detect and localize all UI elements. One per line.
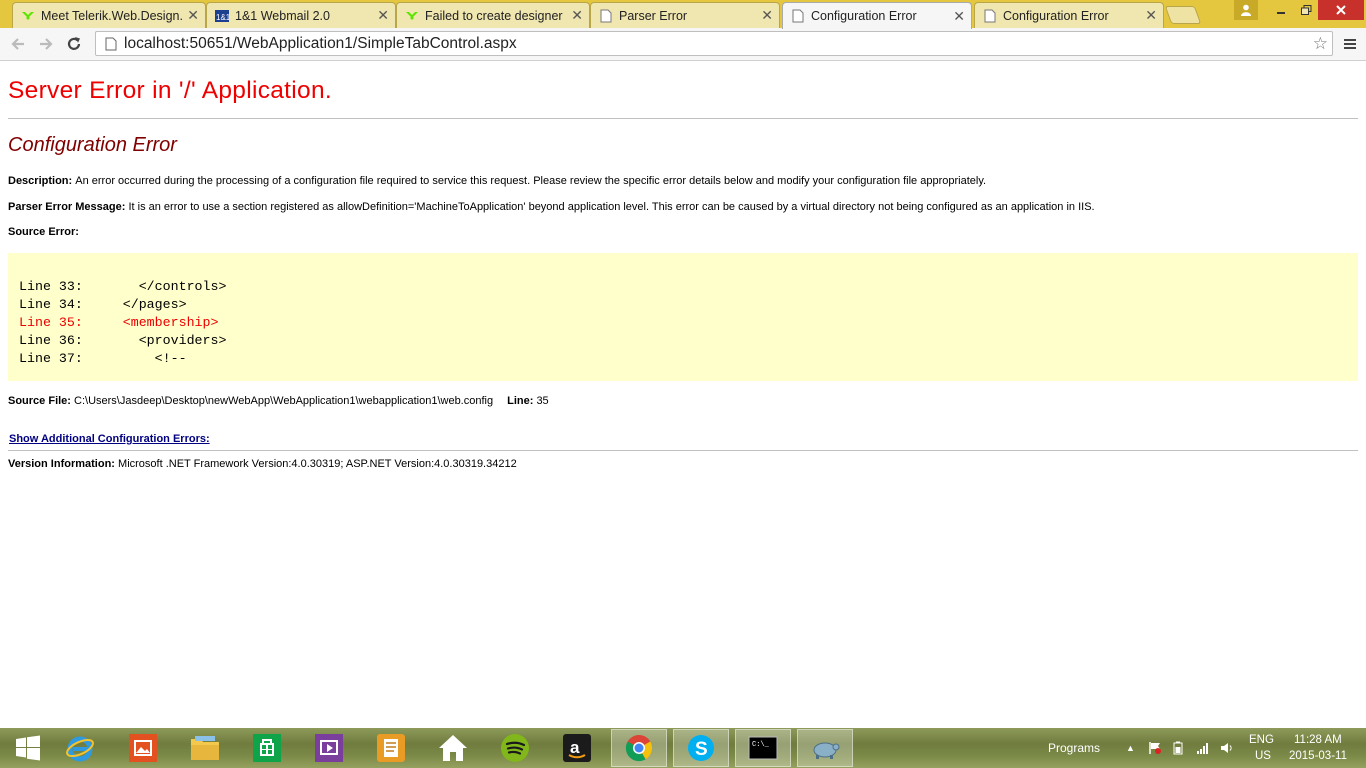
parser-error-text: It is an error to use a section register… [128,201,1095,213]
tab-title: Failed to create designer [425,8,563,23]
source-file-label: Source File: [8,395,71,407]
source-code-box: Line 33: </controls> Line 34: </pages> L… [8,253,1358,381]
back-arrow-icon[interactable] [6,32,30,56]
svg-text:a: a [570,738,580,757]
media-icon[interactable] [301,729,357,767]
version-info-paragraph: Version Information: Microsoft .NET Fram… [8,458,517,470]
volume-icon[interactable] [1220,741,1234,758]
input-language[interactable]: ENG [1249,734,1274,746]
bookmark-star-icon[interactable]: ☆ [1313,34,1328,54]
description-text: An error occurred during the processing … [75,175,987,187]
store-icon[interactable] [239,729,295,767]
code-line: Line 36: <providers> [19,333,227,348]
tray-programs-label[interactable]: Programs [1048,741,1100,755]
windows-taskbar: a S C:\_ Programs ▲ ENG US 11:28 AM 2015… [0,728,1366,768]
source-file-paragraph: Source File: C:\Users\Jasdeep\Desktop\ne… [8,395,549,407]
show-hidden-icons-icon[interactable]: ▲ [1126,743,1135,753]
close-window-icon[interactable] [1318,0,1364,20]
chrome-icon[interactable] [611,729,667,767]
svg-text:1&1: 1&1 [216,13,229,22]
code-line: Line 37: <!-- [19,351,187,366]
version-text: Microsoft .NET Framework Version:4.0.303… [118,458,517,470]
clock-date[interactable]: 2015-03-11 [1289,750,1347,762]
tab-title: 1&1 Webmail 2.0 [235,8,330,23]
clock-time[interactable]: 11:28 AM [1294,734,1342,746]
tab-failed-designer[interactable]: Failed to create designer ✕ [396,2,590,28]
home-icon[interactable] [425,729,481,767]
description-paragraph: Description: An error occurred during th… [8,175,986,187]
vertical-scrollbar[interactable] [1358,61,1366,728]
close-icon[interactable]: ✕ [1145,7,1157,24]
line-number: 35 [536,395,549,407]
browser-toolbar: ☆ [0,28,1366,61]
tab-configuration-error[interactable]: Configuration Error ✕ [974,2,1164,28]
page-title: Server Error in '/' Application. [8,77,332,104]
battery-icon[interactable] [1171,741,1185,758]
divider [8,118,1360,119]
user-profile-icon[interactable] [1234,0,1258,20]
reload-icon[interactable] [62,32,86,56]
notes-icon[interactable] [363,729,419,767]
internet-explorer-icon[interactable] [52,729,108,767]
tab-meet-telerik[interactable]: Meet Telerik.Web.Design. ✕ [12,2,206,28]
command-prompt-icon[interactable]: C:\_ [735,729,791,767]
error-type-heading: Configuration Error [8,134,177,156]
code-line: Line 33: </controls> [19,279,227,294]
page-icon [105,37,117,50]
tab-title: Meet Telerik.Web.Design. [41,8,183,23]
version-label: Version Information: [8,458,115,470]
tab-title: Configuration Error [811,9,917,23]
parser-error-paragraph: Parser Error Message: It is an error to … [8,201,1095,213]
browser-tab-strip: Meet Telerik.Web.Design. ✕ 1&1 1&1 Webma… [0,0,1366,29]
maximize-icon[interactable] [1294,0,1318,20]
code-line-error: Line 35: <membership> [19,315,219,330]
forward-arrow-icon[interactable] [34,32,58,56]
page-icon [599,9,613,23]
telerik-icon [405,9,419,23]
close-icon[interactable]: ✕ [571,7,583,24]
windows-start-icon[interactable] [0,729,56,767]
file-explorer-icon[interactable] [177,729,233,767]
code-line: Line 34: </pages> [19,297,187,312]
address-bar[interactable]: ☆ [95,31,1333,56]
minimize-icon[interactable] [1268,0,1294,20]
webmail-icon: 1&1 [215,9,229,23]
photos-icon[interactable] [115,729,171,767]
new-tab-button[interactable] [1164,6,1202,24]
amazon-icon[interactable]: a [549,729,605,767]
skype-icon[interactable]: S [673,729,729,767]
show-additional-errors-link[interactable]: Show Additional Configuration Errors: [9,433,210,445]
telerik-icon [21,9,35,23]
description-label: Description: [8,175,73,187]
line-label: Line: [507,395,534,407]
source-error-label: Source Error: [8,226,79,238]
svg-text:C:\_: C:\_ [752,741,770,749]
svg-text:S: S [695,739,708,760]
parser-error-label: Parser Error Message: [8,201,126,213]
tab-title: Configuration Error [1003,8,1109,23]
divider [8,450,1360,451]
spotify-icon[interactable] [487,729,543,767]
page-icon [791,9,805,23]
tab-configuration-error-active[interactable]: Configuration Error ✕ [782,2,972,29]
chrome-menu-icon[interactable] [1340,34,1360,54]
page-icon [983,9,997,23]
close-icon[interactable]: ✕ [953,8,965,25]
network-signal-icon[interactable] [1196,741,1210,758]
close-icon[interactable]: ✕ [761,7,773,24]
url-input[interactable] [124,34,1332,53]
input-region[interactable]: US [1255,750,1271,762]
page-content: Server Error in '/' Application. Configu… [0,61,1366,728]
tab-parser-error[interactable]: Parser Error ✕ [590,2,780,28]
tab-title: Parser Error [619,8,688,23]
tab-webmail[interactable]: 1&1 1&1 Webmail 2.0 ✕ [206,2,396,28]
close-icon[interactable]: ✕ [187,7,199,24]
source-file-path: C:\Users\Jasdeep\Desktop\newWebApp\WebAp… [74,395,494,407]
action-center-flag-icon[interactable] [1148,741,1162,758]
tortoise-icon[interactable] [797,729,853,767]
close-icon[interactable]: ✕ [377,7,389,24]
